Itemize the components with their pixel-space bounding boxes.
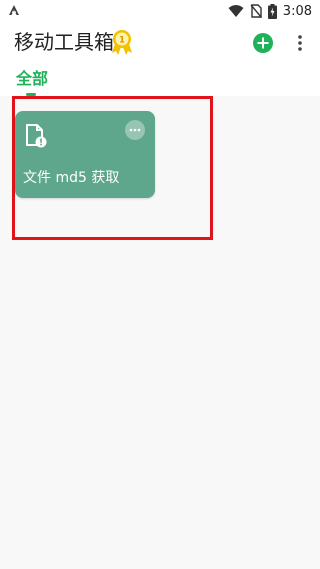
card-more-button[interactable] <box>125 120 145 140</box>
tab-all[interactable]: 全部 <box>16 68 48 90</box>
app-notification-icon <box>9 5 19 15</box>
svg-text:1: 1 <box>119 36 125 46</box>
more-horiz-icon <box>129 128 141 132</box>
app-bar: 移动工具箱 1 <box>0 22 320 62</box>
tool-card-label: 文件 md5 获取 <box>23 170 120 186</box>
more-options-icon[interactable] <box>292 32 308 54</box>
category-tabs: 全部 <box>0 62 320 96</box>
tool-card-md5[interactable]: 文件 md5 获取 <box>15 111 155 198</box>
status-bar: 3:08 <box>0 0 320 22</box>
add-button[interactable] <box>252 32 274 54</box>
no-sim-icon <box>250 4 262 18</box>
battery-charging-icon <box>267 3 277 19</box>
medal-icon[interactable]: 1 <box>110 28 134 56</box>
file-info-icon <box>26 124 47 148</box>
wifi-icon <box>228 5 244 17</box>
status-time: 3:08 <box>282 3 312 19</box>
page-title: 移动工具箱 <box>14 30 114 54</box>
